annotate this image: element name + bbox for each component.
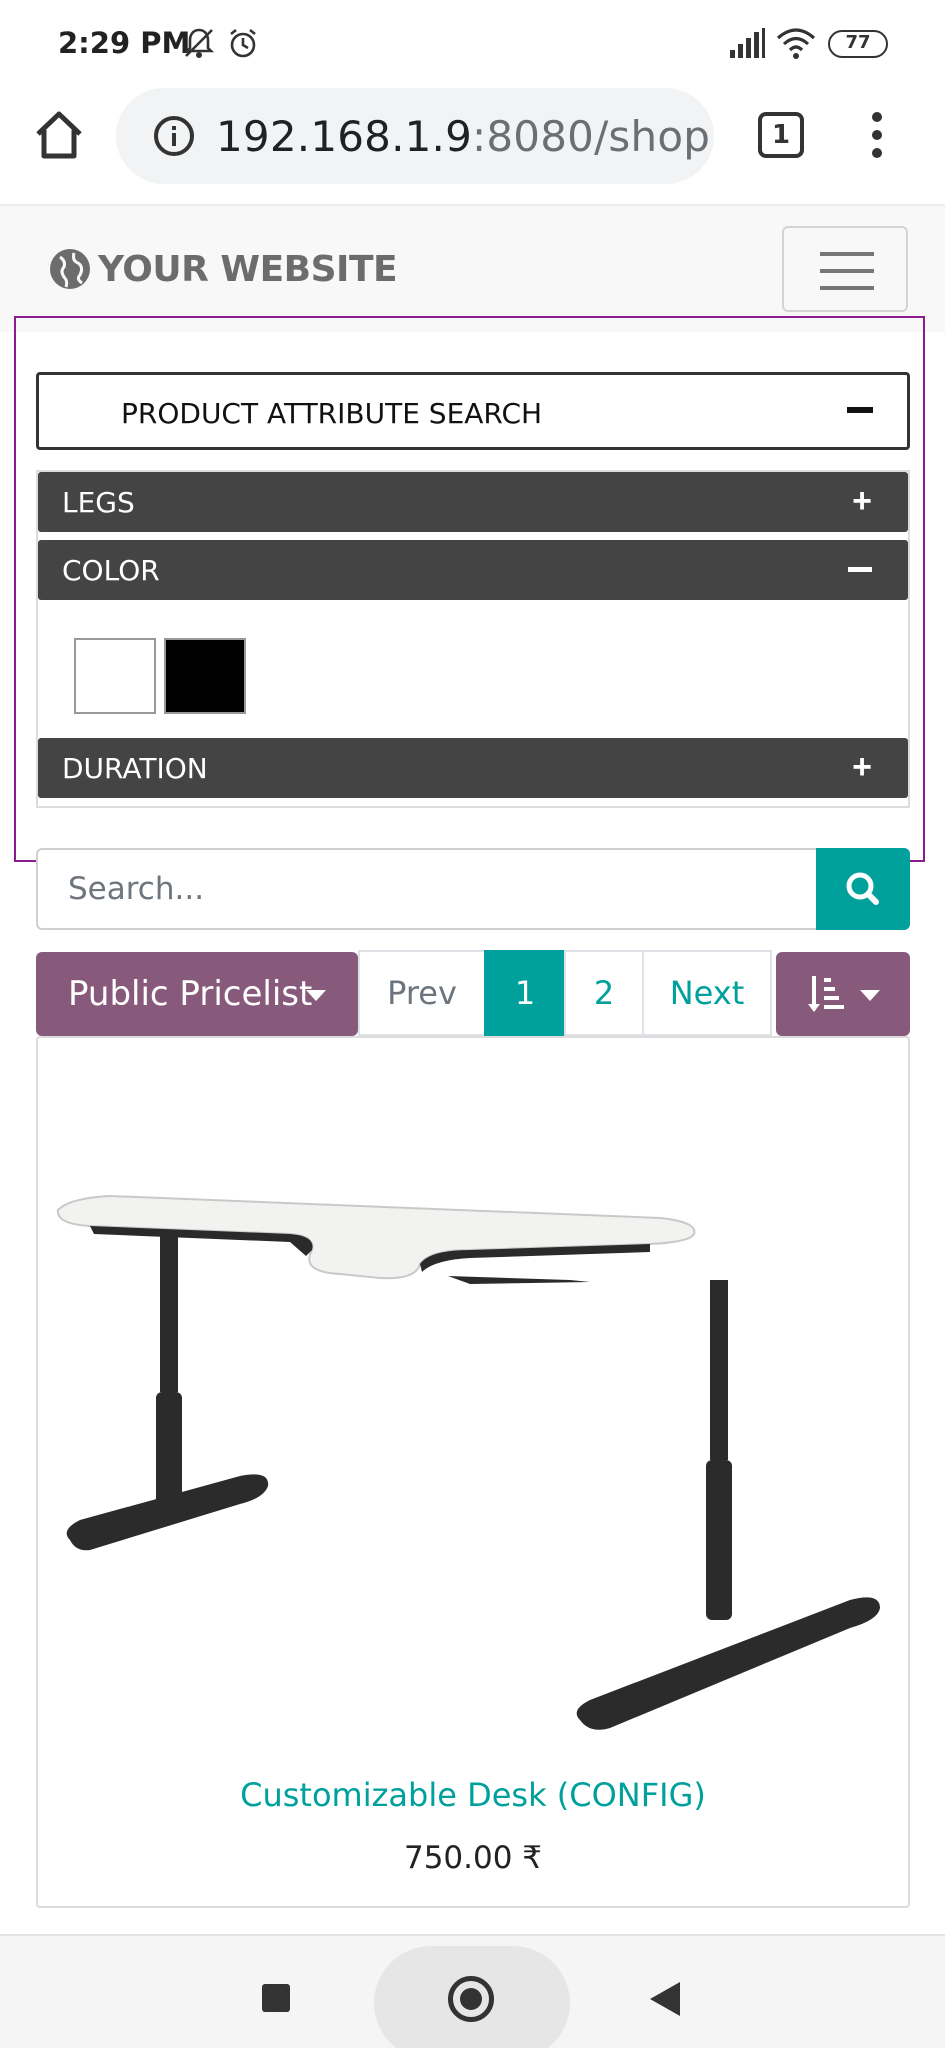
pager-page-2[interactable]: 2 (564, 950, 644, 1036)
globe-icon (50, 249, 90, 289)
color-swatch-black[interactable] (164, 638, 246, 714)
search-input[interactable] (38, 850, 818, 928)
status-bar: 2:29 PM 77 (0, 0, 945, 88)
attribute-color[interactable]: COLOR (38, 540, 908, 600)
pager-page-1[interactable]: 1 (484, 950, 566, 1036)
home-icon[interactable] (32, 108, 86, 162)
attribute-label: DURATION (62, 752, 208, 785)
attribute-legs[interactable]: LEGS + (38, 472, 908, 532)
product-name[interactable]: Customizable Desk (CONFIG) (36, 1776, 910, 1814)
site-header: YOUR WEBSITE (0, 206, 945, 332)
wifi-icon (776, 28, 816, 59)
pricelist-dropdown[interactable]: Public Pricelist (36, 952, 358, 1036)
info-icon[interactable] (152, 114, 196, 158)
browser-menu-icon[interactable] (870, 112, 884, 158)
collapse-icon[interactable] (848, 567, 872, 572)
url-text[interactable]: 192.168.1.9:8080/shop (216, 112, 710, 161)
attribute-label: LEGS (62, 486, 135, 519)
address-bar[interactable]: 192.168.1.9:8080/shop (116, 88, 714, 184)
product-price: 750.00 ₹ (403, 1840, 543, 1876)
search-button[interactable] (816, 848, 910, 930)
search-icon (846, 872, 879, 905)
signal-icon (730, 28, 765, 58)
tab-switcher-button[interactable]: 1 (758, 112, 804, 158)
pricelist-label: Public Pricelist (68, 974, 313, 1014)
attribute-label: COLOR (62, 554, 160, 587)
attribute-search-title: PRODUCT ATTRIBUTE SEARCH (121, 397, 543, 430)
nav-toggle-button[interactable] (782, 226, 908, 312)
sort-amount-icon (808, 976, 844, 1012)
product-search-field[interactable] (36, 848, 818, 930)
attribute-duration[interactable]: DURATION + (38, 738, 908, 798)
caret-down-icon (860, 990, 880, 1001)
expand-icon[interactable]: + (852, 750, 872, 784)
product-image[interactable] (50, 1180, 900, 1760)
alarm-icon (230, 28, 256, 58)
browser-toolbar: 192.168.1.9:8080/shop 1 (0, 88, 945, 206)
sort-dropdown[interactable] (776, 952, 910, 1036)
site-logo[interactable]: YOUR WEBSITE (48, 244, 398, 294)
attribute-search-toggle[interactable]: PRODUCT ATTRIBUTE SEARCH (36, 372, 910, 450)
expand-icon[interactable]: + (852, 484, 872, 518)
pager-prev[interactable]: Prev (358, 950, 486, 1036)
status-time: 2:29 PM (58, 26, 191, 60)
recent-apps-icon[interactable] (262, 1984, 290, 2012)
battery-icon: 77 (828, 30, 888, 58)
pagination: Prev 1 2 Next (358, 950, 772, 1036)
brand-name: YOUR WEBSITE (98, 248, 398, 290)
silent-bell-icon (183, 28, 215, 58)
pager-next[interactable]: Next (642, 950, 772, 1036)
collapse-icon[interactable] (847, 407, 873, 413)
system-nav-bar (0, 1934, 945, 2048)
back-icon[interactable] (650, 1982, 680, 2016)
home-circle-icon[interactable] (448, 1976, 494, 2022)
caret-down-icon (306, 990, 326, 1001)
color-swatch-white[interactable] (74, 638, 156, 714)
